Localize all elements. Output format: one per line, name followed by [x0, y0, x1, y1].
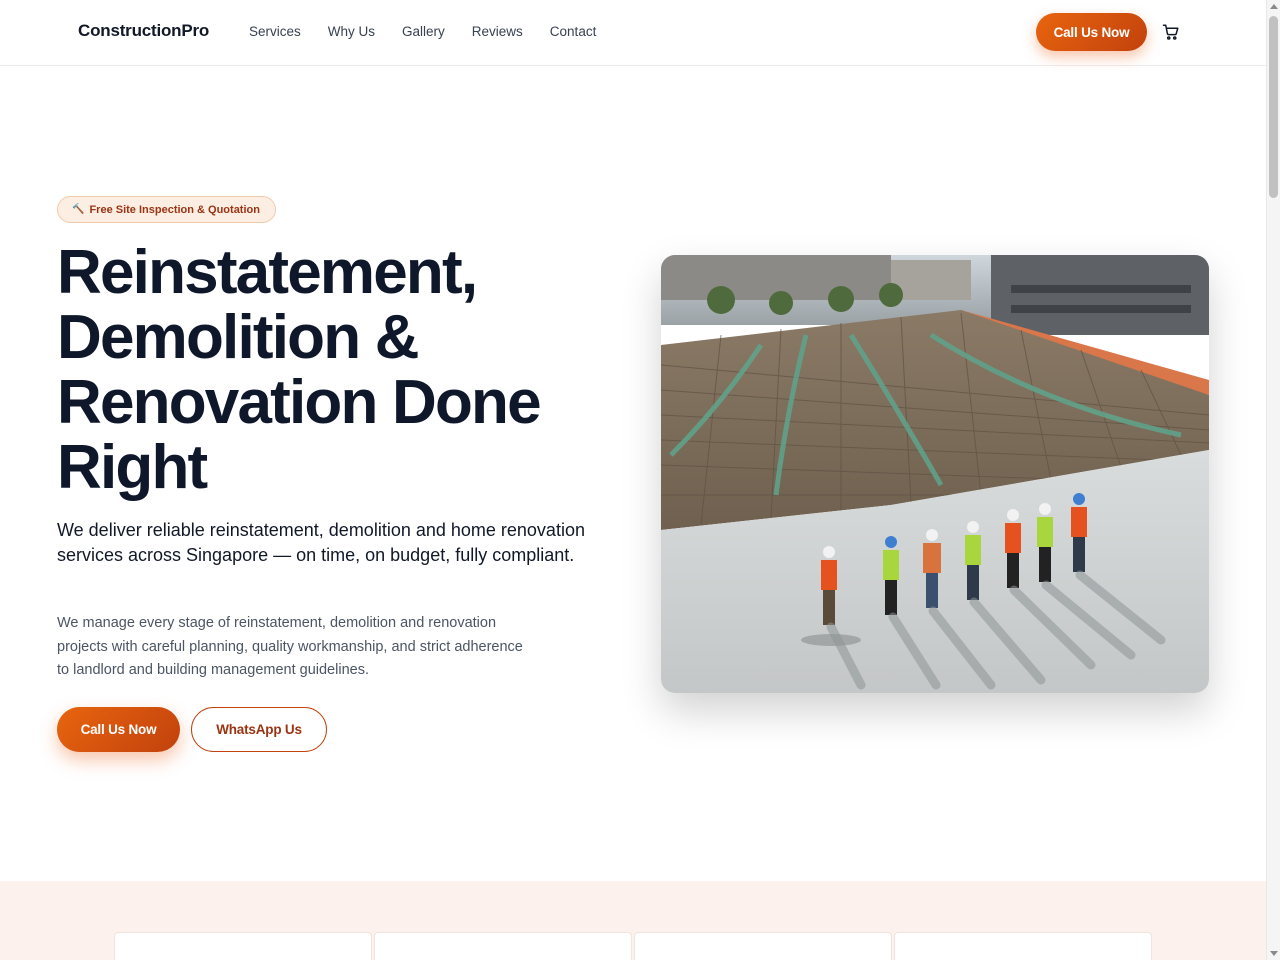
scroll-down-arrow-icon[interactable] [1270, 951, 1278, 956]
scroll-up-arrow-icon[interactable] [1270, 4, 1278, 9]
hero-title-line-1: Reinstatement, [57, 238, 478, 307]
site-logo[interactable]: ConstructionPro [78, 21, 209, 41]
site-header: ConstructionPro Services Why Us Gallery … [0, 0, 1266, 66]
header-call-button[interactable]: Call Us Now [1036, 13, 1147, 51]
nav-link-reviews[interactable]: Reviews [472, 24, 523, 39]
hero-description: We manage every stage of reinstatement, … [57, 615, 523, 678]
promo-badge: 🔨 Free Site Inspection & Quotation [57, 196, 276, 223]
cart-icon[interactable] [1162, 23, 1180, 41]
hero-image [661, 255, 1209, 693]
call-us-button[interactable]: Call Us Now [57, 707, 180, 752]
feature-card [894, 932, 1152, 960]
hero-title-line-3: Renovation Done [57, 368, 542, 437]
hammer-wrench-icon: 🔨 [72, 204, 85, 215]
hero-title: Reinstatement, Demolition & Renovation D… [57, 240, 617, 500]
hero-title-line-4: Right [57, 433, 208, 502]
nav-link-services[interactable]: Services [249, 24, 301, 39]
feature-card [374, 932, 632, 960]
scrollbar-thumb[interactable] [1269, 16, 1278, 198]
hero-lead: We deliver reliable reinstatement, demol… [57, 520, 585, 565]
feature-card [634, 932, 892, 960]
promo-badge-text: Free Site Inspection & Quotation [89, 203, 260, 216]
hero-title-line-2: Demolition & [57, 303, 420, 372]
page-scrollbar[interactable] [1266, 0, 1280, 960]
whatsapp-button[interactable]: WhatsApp Us [191, 707, 327, 752]
nav-link-why-us[interactable]: Why Us [328, 24, 375, 39]
nav-link-gallery[interactable]: Gallery [402, 24, 445, 39]
feature-card [114, 932, 372, 960]
nav-link-contact[interactable]: Contact [550, 24, 597, 39]
main-nav: Services Why Us Gallery Reviews Contact [249, 24, 623, 39]
